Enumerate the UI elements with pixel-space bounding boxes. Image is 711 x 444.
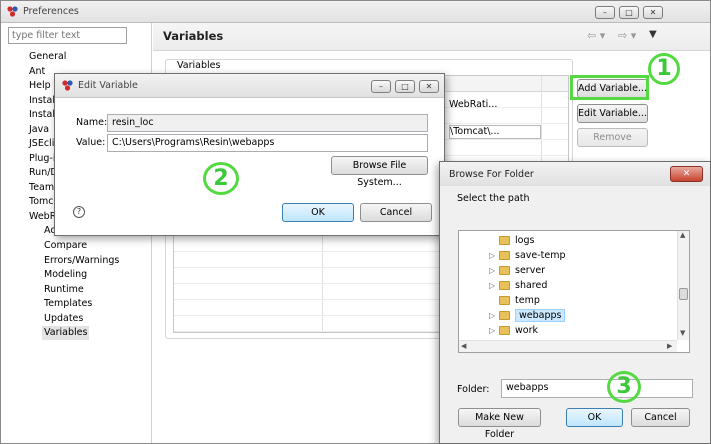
nav-item[interactable]: Updates — [44, 312, 83, 326]
nav-item[interactable]: Templates — [44, 297, 92, 311]
folder-tree[interactable]: logs ▷ save-temp ▷ server ▷ shared temp ▷ webapps… — [458, 230, 690, 353]
scroll-left-icon[interactable]: ◀ — [461, 342, 466, 350]
table-cell-edit[interactable]: \Tomcat\... — [449, 125, 541, 139]
tree-hscrollbar[interactable]: ◀ ▶ — [459, 340, 677, 352]
ok-button[interactable]: OK — [282, 203, 354, 222]
browse-folder-titlebar[interactable]: Browse For Folder ✕ — [440, 162, 710, 186]
nav-item[interactable]: Errors/Warnings — [44, 254, 119, 268]
tree-item-label: temp — [515, 295, 540, 306]
page-title: Variables — [163, 29, 224, 43]
preferences-titlebar[interactable]: Preferences – □ ✕ — [1, 1, 710, 23]
remove-button[interactable]: Remove — [577, 128, 648, 147]
dialog-close-button[interactable]: ✕ — [419, 80, 439, 93]
tree-item-label: shared — [515, 280, 548, 291]
dialog-app-icon — [62, 80, 73, 91]
value-label: Value: — [76, 137, 106, 148]
browse-close-button[interactable]: ✕ — [670, 166, 703, 182]
expand-arrow-icon[interactable]: ▷ — [489, 263, 499, 278]
table-cell-value: WebRati... — [449, 99, 498, 110]
help-icon[interactable]: ? — [73, 206, 85, 218]
preferences-title: Preferences — [23, 6, 79, 17]
cancel-button[interactable]: Cancel — [360, 203, 432, 222]
nav-item[interactable]: Team — [29, 181, 54, 195]
folder-icon — [499, 311, 510, 320]
folder-icon — [499, 281, 510, 290]
browse-folder-title: Browse For Folder — [449, 169, 534, 180]
dialog-maximize-button[interactable]: □ — [395, 80, 415, 93]
annotation-2: 2 — [203, 162, 239, 195]
forward-arrow-icon[interactable]: ⇨ ▾ — [618, 29, 636, 42]
browse-ok-button[interactable]: OK — [566, 408, 623, 427]
minimize-button[interactable]: – — [595, 6, 615, 19]
app-icon — [7, 6, 18, 17]
folder-icon — [499, 296, 510, 305]
tree-item-label: save-temp — [515, 250, 566, 261]
tree-item-server[interactable]: ▷ server — [489, 263, 545, 278]
annotation-3: 3 — [607, 371, 641, 403]
tree-item-label: server — [515, 265, 546, 276]
tree-item-webapps[interactable]: ▷ webapps — [489, 308, 566, 323]
tree-item-label: work — [515, 325, 538, 336]
folder-icon — [499, 326, 510, 335]
tree-item-label: logs — [515, 235, 535, 246]
expand-arrow-icon[interactable]: ▷ — [489, 248, 499, 263]
scroll-down-icon[interactable]: ▼ — [680, 329, 685, 337]
folder-icon — [499, 251, 510, 260]
tree-item-logs[interactable]: logs — [489, 233, 534, 248]
name-label: Name: — [76, 117, 108, 128]
table-cell-value: \Tomcat\... — [450, 126, 500, 137]
scroll-thumb[interactable] — [679, 288, 688, 300]
value-field[interactable]: C:\Users\Programs\Resin\webapps — [107, 134, 428, 152]
dialog-minimize-button[interactable]: – — [371, 80, 391, 93]
group-label: Variables — [175, 60, 223, 71]
tree-item-label: webapps — [515, 309, 566, 322]
filter-input[interactable] — [8, 27, 127, 44]
tree-vscrollbar[interactable]: ▲ ▼ — [677, 231, 689, 340]
edit-variable-title: Edit Variable — [78, 80, 138, 91]
tree-item-temp[interactable]: temp — [489, 293, 540, 308]
nav-item[interactable]: Help — [29, 79, 51, 93]
nav-item[interactable]: Modeling — [44, 268, 87, 282]
annotation-highlight-1 — [570, 75, 649, 100]
nav-item[interactable]: Plug-i — [29, 152, 56, 166]
edit-variable-titlebar[interactable]: Edit Variable – □ ✕ — [55, 74, 444, 98]
nav-item[interactable]: WebR — [29, 210, 56, 224]
select-path-prompt: Select the path — [457, 193, 530, 204]
folder-icon — [499, 236, 510, 245]
browse-cancel-button[interactable]: Cancel — [631, 408, 690, 427]
annotation-1: 1 — [648, 53, 680, 85]
scroll-right-icon[interactable]: ▶ — [667, 342, 672, 350]
close-button[interactable]: ✕ — [643, 6, 663, 19]
expand-arrow-icon[interactable]: ▷ — [489, 278, 499, 293]
nav-item[interactable]: Tomc — [29, 195, 53, 209]
tree-item-work[interactable]: ▷ work — [489, 323, 538, 338]
back-arrow-icon[interactable]: ⇦ ▾ — [587, 29, 605, 42]
edit-variable-button[interactable]: Edit Variable... — [577, 104, 648, 123]
folder-label: Folder: — [457, 384, 490, 395]
browse-folder-dialog: Browse For Folder ✕ Select the path logs… — [439, 161, 711, 444]
view-menu-icon[interactable]: ▼ — [649, 29, 657, 40]
nav-item[interactable]: General — [29, 50, 66, 64]
make-new-folder-button[interactable]: Make New Folder — [458, 408, 541, 440]
nav-item[interactable]: Ant — [29, 65, 45, 79]
tree-item-shared[interactable]: ▷ shared — [489, 278, 547, 293]
folder-icon — [499, 266, 510, 275]
nav-item[interactable]: Runtime — [44, 283, 84, 297]
tree-item-save-temp[interactable]: ▷ save-temp — [489, 248, 566, 263]
edit-variable-dialog: Edit Variable – □ ✕ Name: resin_loc Valu… — [54, 73, 445, 236]
nav-item[interactable]: Compare — [44, 239, 87, 253]
folder-input[interactable]: webapps — [501, 379, 693, 398]
maximize-button[interactable]: □ — [619, 6, 639, 19]
scroll-up-icon[interactable]: ▲ — [680, 231, 685, 239]
expand-arrow-icon[interactable]: ▷ — [489, 308, 499, 323]
nav-item[interactable]: Variables — [42, 326, 90, 340]
name-field: resin_loc — [107, 114, 428, 132]
nav-item[interactable]: Java — [29, 123, 49, 137]
browse-file-system-button[interactable]: Browse File System... — [331, 156, 428, 188]
expand-arrow-icon[interactable]: ▷ — [489, 323, 499, 338]
